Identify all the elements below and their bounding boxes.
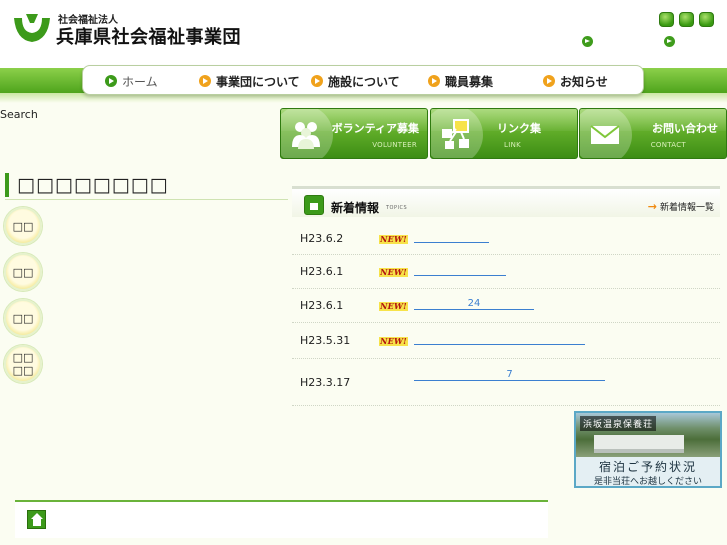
news-item: H23.6.1 NEW! 24 — [292, 289, 720, 323]
nav-item-label: 事業団について — [216, 74, 300, 89]
nav-item-about[interactable]: 事業団について — [199, 73, 300, 89]
news-link[interactable]: 7 — [414, 369, 605, 381]
news-list-link-label: 新着情報一覧 — [659, 203, 714, 213]
news-link[interactable] — [414, 231, 489, 243]
news-date: H23.6.1 — [300, 299, 344, 312]
news-date: H23.6.2 — [300, 232, 344, 245]
nav-item-news[interactable]: お知らせ — [543, 73, 608, 89]
hotel-building — [594, 435, 684, 453]
news-link[interactable] — [414, 264, 506, 276]
banner-title: ボランティア募集 — [331, 122, 419, 135]
category-button[interactable]: □□ — [4, 207, 42, 245]
banner-subtitle: VOLUNTEER — [372, 141, 417, 149]
news-item: H23.5.31 NEW! — [292, 323, 720, 359]
banner-title: リンク集 — [497, 122, 541, 135]
arrow-icon — [311, 75, 323, 87]
site-header: 社会福祉法人 兵庫県社会福祉事業団 — [0, 0, 727, 68]
font-size-small-button[interactable] — [659, 12, 674, 27]
news-date: H23.3.17 — [300, 376, 351, 389]
arrow-icon — [199, 75, 211, 87]
footer — [15, 502, 548, 538]
nav-item-label: ホーム — [122, 74, 158, 89]
hotel-photo: 浜坂温泉保養荘 — [576, 413, 720, 457]
contact-banner[interactable]: お問い合わせ CONTACT — [579, 108, 727, 159]
news-item: H23.3.17 7 — [292, 359, 720, 406]
nav-item-label: 施設について — [328, 74, 400, 89]
news-date: H23.6.1 — [300, 265, 344, 278]
arrow-icon — [543, 75, 555, 87]
hotel-note: 是非当荘へお越しください — [593, 477, 702, 487]
news-icon — [304, 195, 324, 215]
logo-icon[interactable] — [12, 14, 52, 46]
news-link[interactable]: 24 — [414, 298, 534, 310]
nav-item-home[interactable]: ホーム — [105, 73, 158, 89]
link-banner[interactable]: リンク集 LINK — [430, 108, 578, 159]
envelope-icon — [590, 125, 620, 144]
home-icon[interactable] — [27, 510, 46, 529]
news-date: H23.5.31 — [300, 334, 351, 347]
font-size-large-button[interactable] — [699, 12, 714, 27]
header-link-arrow-icon[interactable] — [582, 36, 593, 47]
new-badge: NEW! — [379, 301, 408, 311]
category-button[interactable]: □□ — [4, 253, 42, 291]
header-link-arrow-icon[interactable] — [664, 36, 675, 47]
heading-accent-bar — [5, 173, 9, 197]
font-size-medium-button[interactable] — [679, 12, 694, 27]
nav-item-facilities[interactable]: 施設について — [311, 73, 400, 89]
hotel-reservation-status: 宿泊ご予約状況 — [598, 460, 697, 474]
category-button[interactable]: □□ □□ — [4, 345, 42, 383]
section-heading: □□□□□□□□ — [5, 172, 288, 200]
hotel-reservation-banner[interactable]: 浜坂温泉保養荘 宿泊ご予約状況 是非当荘へお越しください — [574, 411, 722, 488]
nav-item-label: お知らせ — [560, 74, 608, 89]
hotel-name: 浜坂温泉保養荘 — [580, 416, 657, 431]
news-link[interactable] — [414, 333, 585, 345]
banner-subtitle: CONTACT — [650, 141, 686, 149]
news-list-link[interactable]: → 新着情報一覧 — [648, 200, 714, 213]
arrow-icon — [105, 75, 117, 87]
new-badge: NEW! — [379, 267, 408, 277]
nav-item-recruit[interactable]: 職員募集 — [428, 73, 493, 89]
search-label[interactable]: Search — [0, 108, 38, 121]
category-button[interactable]: □□ — [4, 299, 42, 337]
global-nav: ホーム 事業団について 施設について 職員募集 お知らせ — [82, 65, 644, 95]
news-item: H23.6.1 NEW! — [292, 255, 720, 289]
arrow-icon — [428, 75, 440, 87]
new-badge: NEW! — [379, 336, 408, 346]
news-header: 新着情報 TOPICS → 新着情報一覧 — [292, 186, 720, 217]
banner-subtitle: LINK — [504, 141, 521, 149]
news-title-en: TOPICS — [386, 205, 408, 211]
link-icon — [442, 119, 469, 149]
news-title: 新着情報 — [331, 201, 380, 215]
arrow-right-icon: → — [647, 200, 657, 213]
section-heading-text: □□□□□□□□ — [17, 174, 169, 196]
volunteer-banner[interactable]: ボランティア募集 VOLUNTEER — [280, 108, 428, 159]
news-item: H23.6.2 NEW! — [292, 222, 720, 255]
banner-title: お問い合わせ — [652, 122, 718, 135]
org-name[interactable]: 兵庫県社会福祉事業団 — [56, 23, 241, 49]
nav-item-label: 職員募集 — [445, 74, 494, 89]
people-icon — [292, 122, 320, 149]
new-badge: NEW! — [379, 234, 408, 244]
